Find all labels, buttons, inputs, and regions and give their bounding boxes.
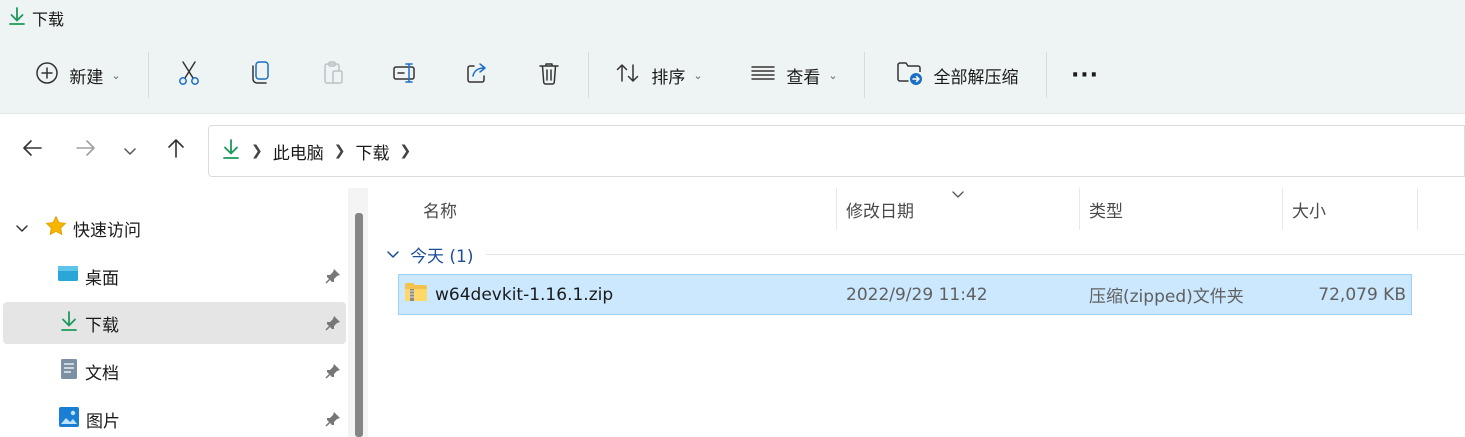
pin-icon xyxy=(324,410,342,433)
toolbar-separator xyxy=(148,52,149,98)
copy-button[interactable] xyxy=(238,52,284,98)
up-button[interactable] xyxy=(158,132,194,168)
column-header-size[interactable]: 大小 xyxy=(1292,188,1412,230)
chevron-down-icon xyxy=(386,244,400,264)
address-bar[interactable]: ❯ 此电脑 ❯ 下载 ❯ xyxy=(208,125,1465,177)
chevron-down-icon: ⌄ xyxy=(828,68,838,82)
star-icon xyxy=(45,215,67,242)
more-icon: ··· xyxy=(1070,62,1100,88)
command-bar: 新建 ⌄ 排序 ⌄ 查看 ⌄ 全部解压缩 ··· xyxy=(0,40,1465,110)
chevron-down-icon[interactable] xyxy=(15,218,29,238)
desktop-icon xyxy=(57,264,79,289)
trash-icon xyxy=(538,61,560,90)
new-button[interactable]: 新建 ⌄ xyxy=(22,52,134,98)
clipboard-icon xyxy=(321,60,345,91)
sidebar-item-label: 下载 xyxy=(85,315,119,336)
sort-button[interactable]: 排序 ⌄ xyxy=(604,52,714,98)
download-icon xyxy=(221,138,241,165)
window-title: 下载 xyxy=(32,10,65,29)
column-divider[interactable] xyxy=(1282,188,1283,230)
extract-folder-icon xyxy=(896,60,924,91)
pin-icon xyxy=(324,314,342,337)
toolbar-separator xyxy=(588,52,589,98)
sidebar-item-label: 快速访问 xyxy=(73,220,141,241)
group-header-today[interactable]: 今天 (1) xyxy=(386,240,473,268)
file-size-cell: 72,079 KB xyxy=(1318,284,1406,305)
recent-locations-button[interactable] xyxy=(112,132,148,168)
file-type-cell: 压缩(zipped)文件夹 xyxy=(1089,287,1244,307)
file-name: w64devkit-1.16.1.zip xyxy=(435,284,614,305)
pin-icon xyxy=(324,362,342,385)
group-divider xyxy=(486,254,1465,255)
download-icon xyxy=(59,310,79,337)
sidebar-item-quick-access[interactable]: 快速访问 xyxy=(3,207,346,249)
pin-icon xyxy=(324,267,342,290)
sidebar-scrollbar-thumb[interactable] xyxy=(355,213,363,437)
file-modified-cell: 2022/9/29 11:42 xyxy=(846,284,988,305)
toolbar-separator xyxy=(1046,52,1047,98)
plus-circle-icon xyxy=(35,61,59,90)
sidebar-item-pictures[interactable]: 图片 xyxy=(3,398,346,437)
pictures-icon xyxy=(58,406,80,433)
chevron-right-icon: ❯ xyxy=(333,143,346,159)
sort-arrows-icon xyxy=(615,61,641,90)
breadcrumb-downloads[interactable]: 下载 xyxy=(355,139,389,164)
scissors-icon xyxy=(177,60,201,91)
arrow-up-icon xyxy=(166,137,186,163)
column-divider[interactable] xyxy=(836,188,837,230)
back-button[interactable] xyxy=(14,132,50,168)
sidebar-item-label: 图片 xyxy=(86,411,120,432)
sidebar-item-documents[interactable]: 文档 xyxy=(3,350,346,392)
sidebar-item-downloads[interactable]: 下载 xyxy=(3,302,346,344)
list-view-icon xyxy=(750,63,776,88)
chevron-down-icon: ⌄ xyxy=(693,68,703,82)
forward-button[interactable] xyxy=(68,132,104,168)
title-and-command-area: 下载 新建 ⌄ 排序 ⌄ 查看 ⌄ 全部解压缩 ··· xyxy=(0,0,1465,114)
breadcrumb-this-pc[interactable]: 此电脑 xyxy=(273,139,324,164)
share-icon xyxy=(465,61,489,90)
arrow-right-icon xyxy=(75,138,97,162)
arrow-left-icon xyxy=(21,138,43,162)
copy-icon xyxy=(250,60,272,91)
view-button[interactable]: 查看 ⌄ xyxy=(738,52,850,98)
cut-button[interactable] xyxy=(166,52,212,98)
rename-icon xyxy=(392,61,418,90)
zip-folder-icon xyxy=(404,281,428,308)
group-label: 今天 (1) xyxy=(410,246,474,267)
sidebar-item-label: 桌面 xyxy=(85,268,119,289)
extract-all-label: 全部解压缩 xyxy=(933,67,1019,88)
column-header-label: 类型 xyxy=(1089,201,1123,222)
title-bar: 下载 xyxy=(8,6,64,30)
new-button-label: 新建 xyxy=(69,67,104,88)
sidebar-item-desktop[interactable]: 桌面 xyxy=(3,255,346,297)
chevron-right-icon[interactable]: ❯ xyxy=(399,143,411,159)
sort-button-label: 排序 xyxy=(651,67,686,88)
chevron-down-icon: ⌄ xyxy=(111,68,121,82)
column-header-type[interactable]: 类型 xyxy=(1089,188,1279,230)
download-icon xyxy=(8,6,26,30)
navigation-pane: 快速访问 桌面 下载 文档 图片 xyxy=(0,188,372,437)
extract-all-button[interactable]: 全部解压缩 xyxy=(880,52,1034,98)
column-header-label: 修改日期 xyxy=(846,201,914,222)
share-button[interactable] xyxy=(454,52,500,98)
toolbar-separator xyxy=(864,52,865,98)
document-icon xyxy=(59,358,79,385)
rename-button[interactable] xyxy=(382,52,428,98)
paste-button[interactable] xyxy=(310,52,356,98)
chevron-down-icon xyxy=(123,141,137,160)
column-divider[interactable] xyxy=(1417,188,1418,230)
column-header-label: 大小 xyxy=(1292,201,1326,222)
file-name-cell[interactable]: w64devkit-1.16.1.zip xyxy=(404,274,613,315)
column-header-label: 名称 xyxy=(423,201,457,222)
chevron-right-icon: ❯ xyxy=(251,143,263,159)
delete-button[interactable] xyxy=(526,52,572,98)
sidebar-item-label: 文档 xyxy=(85,363,119,384)
sort-indicator-icon xyxy=(951,184,965,203)
column-divider[interactable] xyxy=(1079,188,1080,230)
view-button-label: 查看 xyxy=(786,67,821,88)
more-options-button[interactable]: ··· xyxy=(1062,52,1108,98)
column-header-name[interactable]: 名称 xyxy=(423,188,833,230)
